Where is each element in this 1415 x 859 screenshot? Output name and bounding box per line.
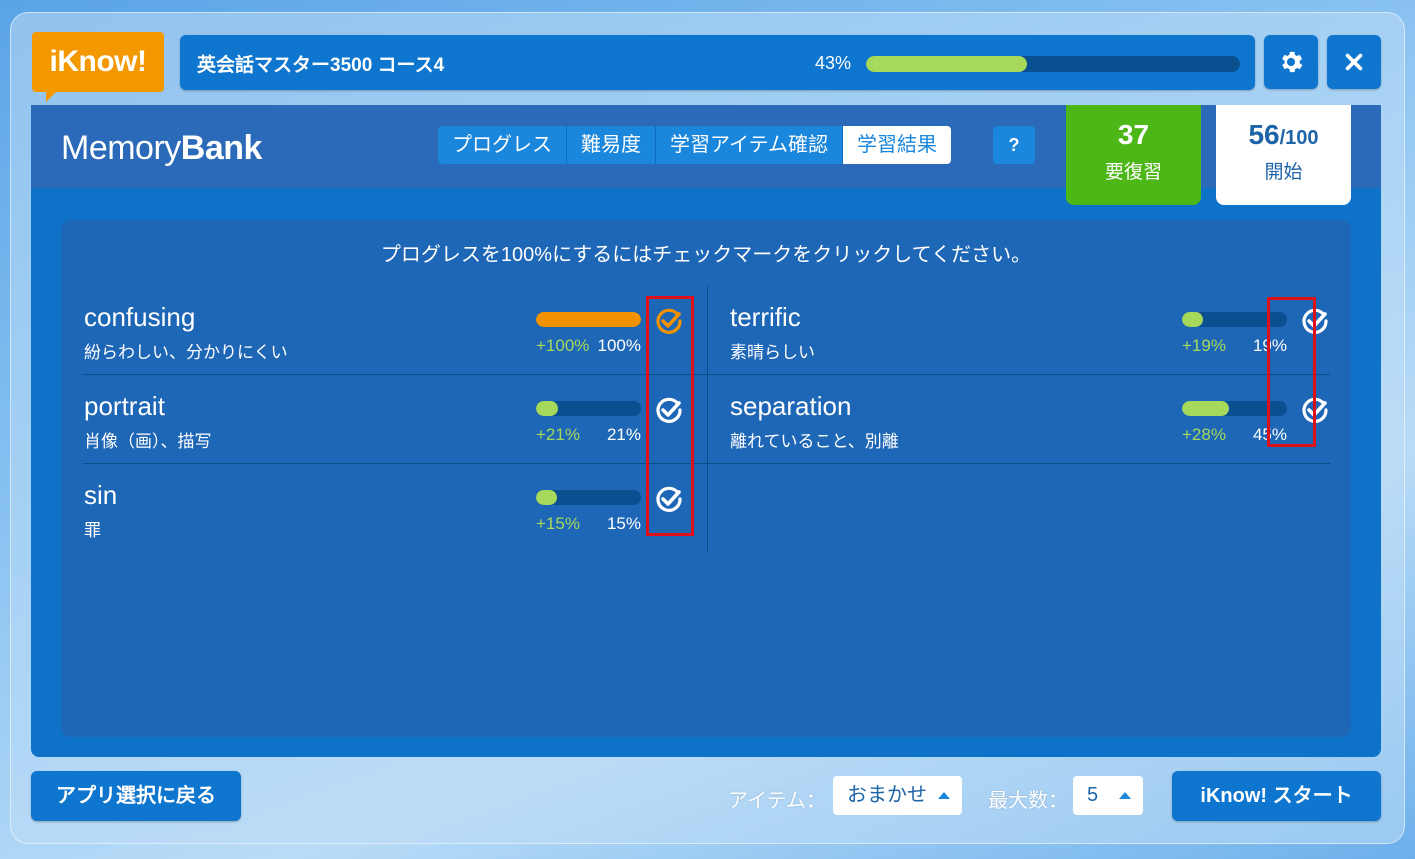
item-meaning: 肖像（画）、描写 <box>84 432 212 451</box>
back-to-app-select-button[interactable]: アプリ選択に戻る <box>31 771 241 821</box>
memorybank-panel: MemoryBank プログレス 難易度 学習アイテム確認 学習結果 ? 37 … <box>31 105 1381 757</box>
item-progress-percent: 15% <box>606 514 641 533</box>
highlight-box <box>646 296 694 536</box>
item-progress-fill <box>536 490 557 505</box>
course-progress-bar <box>866 56 1240 72</box>
course-title: 英会話マスター3500 コース4 <box>197 55 445 76</box>
help-button[interactable]: ? <box>993 126 1035 164</box>
iknow-start-button[interactable]: iKnow! スタート <box>1172 771 1381 821</box>
highlight-box <box>1267 297 1316 447</box>
tab-study-results[interactable]: 学習結果 <box>843 126 951 164</box>
item-meaning: 離れていること、別離 <box>730 432 899 451</box>
item-progress-bar <box>536 312 641 327</box>
item-meaning: 紛らわしい、分かりにくい <box>84 343 288 362</box>
item-word: sin <box>84 480 118 510</box>
caret-up-icon <box>1119 792 1131 799</box>
settings-button[interactable] <box>1264 35 1318 89</box>
item-progress-fill <box>536 401 559 416</box>
item-progress-delta: +100% <box>536 336 590 355</box>
item-select-value: おまかせ <box>847 784 927 806</box>
item-progress-percent: 21% <box>606 425 641 444</box>
item-word: separation <box>730 391 852 421</box>
review-count: 37 <box>1117 119 1150 150</box>
item-progress-bar <box>536 490 641 505</box>
list-item: sin 罪 +15% 15% <box>84 468 704 557</box>
title-light: Memory <box>61 129 181 167</box>
review-stat-button[interactable]: 37 要復習 <box>1066 105 1201 205</box>
item-progress-percent: 100% <box>597 336 641 355</box>
tab-difficulty[interactable]: 難易度 <box>567 126 656 164</box>
max-count-select[interactable]: 5 <box>1073 776 1143 815</box>
close-icon <box>1345 53 1363 71</box>
item-progress-fill <box>1182 312 1203 327</box>
start-count: 56/100 <box>1216 119 1351 151</box>
item-word: terrific <box>730 302 801 332</box>
start-stat-button[interactable]: 56/100 開始 <box>1216 105 1351 205</box>
list-item: separation 離れていること、別離 +28% 45% <box>730 379 1350 468</box>
tab-progress[interactable]: プログレス <box>438 126 567 164</box>
item-progress-delta: +19% <box>1182 336 1226 355</box>
memorybank-tabs: プログレス 難易度 学習アイテム確認 学習結果 <box>438 126 951 164</box>
item-progress-delta: +21% <box>536 425 580 444</box>
item-progress-fill <box>1182 401 1230 416</box>
column-divider <box>707 285 708 553</box>
max-count-label: 最大数： <box>988 790 1068 812</box>
item-meaning: 罪 <box>84 521 101 540</box>
review-label: 要復習 <box>1104 162 1162 183</box>
tab-study-items[interactable]: 学習アイテム確認 <box>656 126 843 164</box>
start-count-total: /100 <box>1279 127 1319 149</box>
start-count-value: 56 <box>1248 119 1280 150</box>
iknow-logo: iKnow! <box>32 32 164 102</box>
list-item: confusing 紛らわしい、分かりにくい +100% 100% <box>84 290 704 379</box>
course-progress-label: 43% <box>815 53 852 73</box>
course-header: 英会話マスター3500 コース4 43% <box>180 35 1255 90</box>
results-list: プログレスを100%にするにはチェックマークをクリックしてください。 confu… <box>61 220 1351 737</box>
gear-icon <box>1282 51 1303 73</box>
start-label: 開始 <box>1264 162 1303 183</box>
item-progress-delta: +15% <box>536 514 580 533</box>
item-select[interactable]: おまかせ <box>833 776 962 815</box>
instruction-text: プログレスを100%にするにはチェックマークをクリックしてください。 <box>380 244 1032 266</box>
memorybank-title: MemoryBank <box>61 129 262 168</box>
item-progress-bar <box>536 401 641 416</box>
close-button[interactable] <box>1327 35 1381 89</box>
caret-up-icon <box>938 792 950 799</box>
item-meaning: 素晴らしい <box>730 343 815 362</box>
item-word: confusing <box>84 302 196 332</box>
list-item: terrific 素晴らしい +19% 19% <box>730 290 1350 379</box>
item-select-label: アイテム： <box>728 790 826 812</box>
item-progress-delta: +28% <box>1182 425 1226 444</box>
item-progress-fill <box>536 312 641 327</box>
list-item: portrait 肖像（画）、描写 +21% 21% <box>84 379 704 468</box>
max-count-value: 5 <box>1087 784 1099 806</box>
item-word: portrait <box>84 391 165 421</box>
title-bold: Bank <box>180 129 263 167</box>
course-progress-fill <box>866 56 1027 72</box>
